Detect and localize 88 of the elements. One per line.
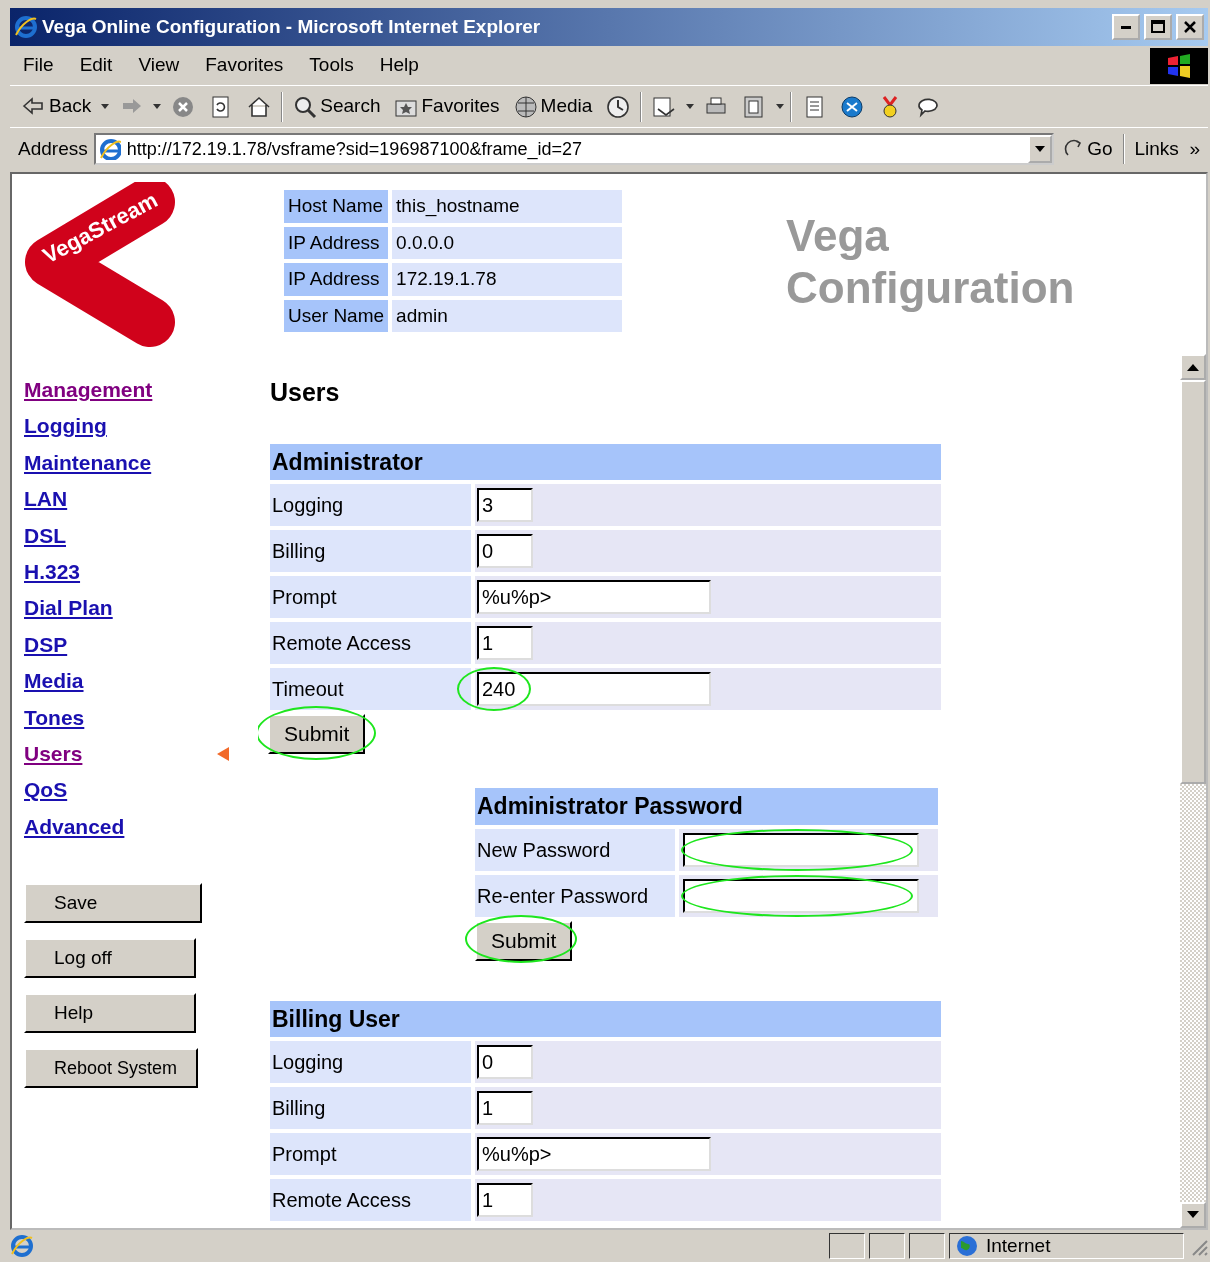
status-text: Internet — [986, 1233, 1051, 1258]
caret-icon[interactable] — [776, 104, 785, 109]
nav-link[interactable]: DSP — [24, 632, 68, 657]
home-icon — [247, 94, 272, 119]
nav-link[interactable]: Maintenance — [24, 450, 152, 475]
back-button[interactable]: Back — [18, 90, 96, 123]
windows-logo-icon — [1150, 47, 1208, 84]
info-value: admin — [392, 299, 623, 332]
menu-item[interactable]: View — [125, 51, 193, 80]
section-heading: Administrator Password — [475, 788, 938, 825]
favorites-button[interactable]: Favorites — [390, 90, 504, 123]
page-title: Users — [270, 377, 341, 408]
nav-link[interactable]: QoS — [24, 778, 68, 803]
film-globe-icon — [513, 94, 538, 119]
password-field[interactable] — [683, 832, 919, 867]
browser-logo-icon — [14, 15, 38, 39]
caret-icon[interactable] — [101, 104, 110, 109]
info-label: IP Address — [284, 226, 389, 259]
page-icon — [98, 138, 121, 160]
search-icon — [293, 94, 318, 119]
nav-button[interactable]: Help — [24, 993, 196, 1034]
info-value: this_hostname — [392, 190, 623, 223]
heading-line: Vega — [786, 210, 890, 262]
submit-button[interactable]: Submit — [268, 714, 366, 754]
heading-line: Configuration — [786, 262, 1075, 314]
caret-icon[interactable] — [153, 104, 162, 109]
caret-icon — [1035, 146, 1046, 152]
input-field[interactable]: 1 — [477, 1091, 533, 1125]
status-pane — [869, 1233, 905, 1259]
menu-item[interactable]: Favorites — [192, 51, 297, 80]
address-label: Address — [18, 136, 88, 161]
menu-item[interactable]: Edit — [66, 51, 126, 80]
links-button[interactable]: Links » — [1130, 132, 1208, 166]
go-button[interactable]: Go — [1060, 132, 1117, 166]
down-arrow-icon[interactable] — [1187, 1211, 1199, 1219]
address-field[interactable]: http://172.19.1.78/vsframe?sid=196987100&frame_id=27 — [93, 133, 1055, 165]
maximize-icon — [1150, 19, 1166, 35]
input-field[interactable]: 240 — [477, 672, 711, 706]
nav-link[interactable]: Advanced — [24, 814, 125, 839]
nav-button[interactable]: Reboot System — [24, 1048, 198, 1089]
nav-link[interactable]: Media — [24, 669, 84, 694]
globe-icon — [956, 1235, 978, 1257]
section-heading: Administrator — [270, 443, 941, 480]
scrollbar[interactable] — [1180, 354, 1206, 1228]
media-button[interactable]: Media — [509, 90, 597, 123]
maximize-button[interactable] — [1144, 14, 1172, 40]
info-value: 0.0.0.0 — [392, 226, 623, 259]
nav-link[interactable]: Dial Plan — [24, 596, 113, 621]
nav-link[interactable]: LAN — [24, 487, 68, 512]
nav-link[interactable]: Tones — [24, 705, 85, 730]
status-pane — [829, 1233, 865, 1259]
password-field[interactable] — [683, 878, 919, 913]
stop-icon — [171, 94, 196, 119]
input-field[interactable]: 0 — [477, 534, 533, 568]
nav-link[interactable]: Management — [24, 378, 153, 402]
dropdown-button[interactable] — [1028, 135, 1053, 163]
input-field[interactable]: %u%p> — [477, 1137, 711, 1171]
info-value: 172.19.1.78 — [392, 263, 623, 296]
menu-item[interactable]: File — [10, 51, 67, 80]
info-label: Host Name — [284, 190, 389, 223]
menu-item[interactable]: Tools — [296, 51, 367, 80]
info-label: IP Address — [284, 263, 389, 296]
input-field[interactable]: 0 — [477, 1045, 533, 1079]
minimize-icon — [1121, 25, 1131, 29]
nav-link[interactable]: H.323 — [24, 559, 81, 584]
nav-link[interactable]: Users — [24, 741, 83, 766]
nav-link[interactable]: DSL — [24, 523, 66, 548]
caret-icon[interactable] — [686, 104, 695, 109]
input-field[interactable]: 1 — [477, 626, 533, 660]
window-title: Vega Online Configuration - Microsoft Internet Explorer — [42, 14, 541, 39]
menu-item[interactable]: Help — [366, 51, 432, 80]
section-heading: Billing User — [270, 1000, 941, 1037]
status-pane — [909, 1233, 945, 1259]
up-arrow-icon[interactable] — [1187, 363, 1199, 371]
info-label: User Name — [284, 299, 389, 332]
history-clock-icon — [606, 94, 631, 119]
minimize-button[interactable] — [1112, 14, 1140, 40]
nav-button[interactable]: Log off — [24, 938, 196, 979]
page-icon — [10, 1234, 34, 1258]
input-field[interactable]: 1 — [477, 1183, 533, 1217]
close-button[interactable] — [1176, 14, 1204, 40]
input-field[interactable]: %u%p> — [477, 580, 711, 614]
submit-button[interactable]: Submit — [475, 920, 573, 961]
close-icon — [1182, 19, 1198, 35]
search-button[interactable]: Search — [289, 90, 385, 123]
nav-link[interactable]: Logging — [24, 414, 107, 439]
nav-button[interactable]: Save — [24, 883, 202, 924]
input-field[interactable]: 3 — [477, 488, 533, 522]
